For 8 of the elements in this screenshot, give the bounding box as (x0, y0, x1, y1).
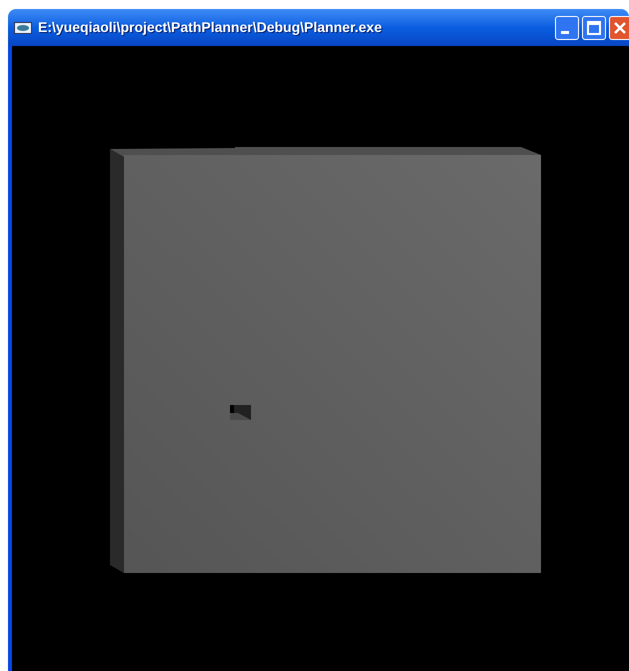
minimize-button[interactable] (555, 16, 579, 40)
close-button[interactable] (609, 16, 629, 40)
close-icon (613, 20, 627, 34)
app-icon (14, 22, 32, 34)
window-title: E:\yueqiaoli\project\PathPlanner\Debug\Planner.exe (38, 18, 383, 37)
minimize-icon (561, 30, 569, 34)
maximize-button[interactable] (582, 16, 606, 40)
maximize-icon (587, 20, 601, 34)
